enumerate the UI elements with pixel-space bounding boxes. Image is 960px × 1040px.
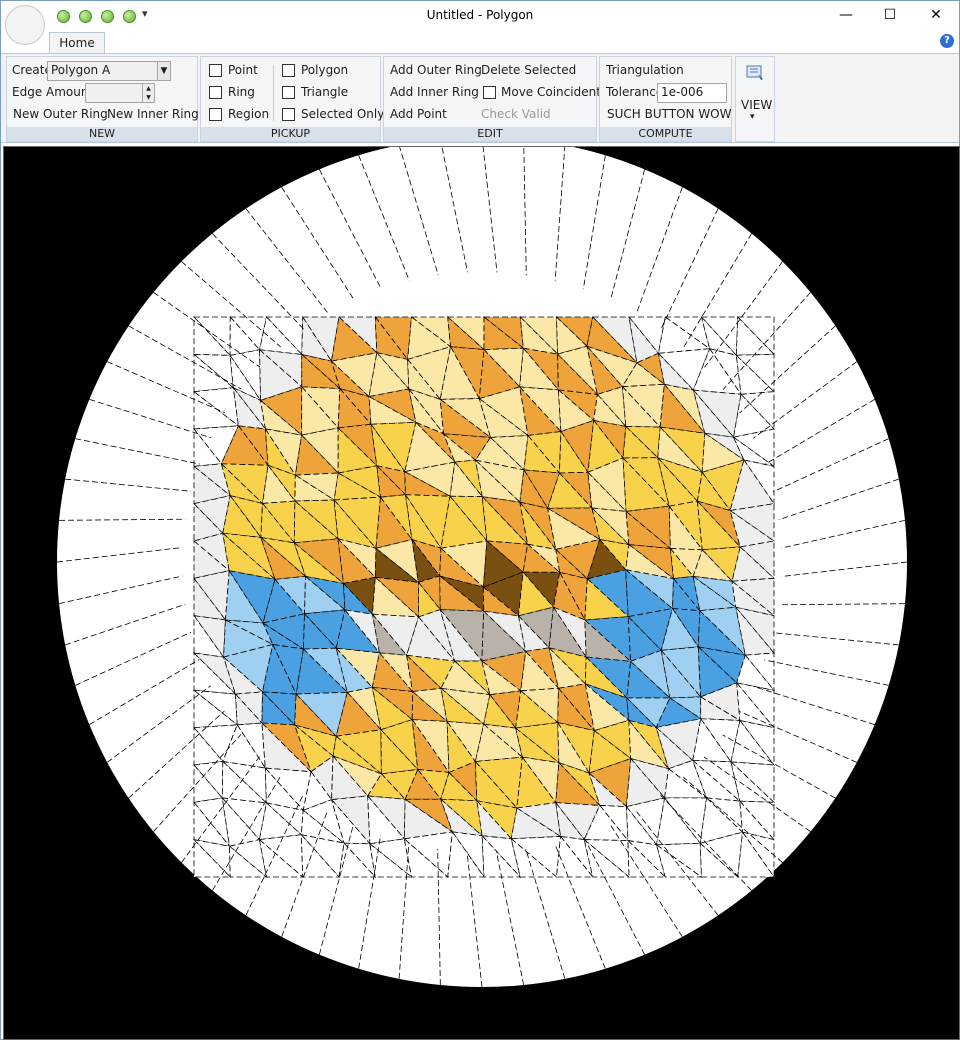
group-pickup-label: PICKUP [201, 127, 380, 141]
group-edit-label: EDIT [384, 127, 596, 141]
edge-amount-label: Edge Amount [12, 85, 94, 99]
new-inner-ring-button[interactable]: New Inner Ring [107, 107, 199, 121]
selected-only-checkbox-label: Selected Only [301, 107, 385, 121]
view-label: VIEW [741, 98, 773, 112]
group-pickup: Point Ring Region Polygon Triangle Selec… [200, 56, 385, 142]
app-window: ▾ Untitled - Polygon — ☐ ✕ Home ? Create… [0, 0, 960, 1040]
triangle-checkbox[interactable] [282, 86, 295, 99]
view-icon [746, 65, 763, 80]
drawing-canvas[interactable] [3, 146, 960, 1040]
check-valid-button[interactable]: Check Valid [481, 107, 551, 121]
help-icon[interactable]: ? [940, 34, 954, 48]
tolerance-value: 1e-006 [661, 85, 704, 99]
maximize-button[interactable]: ☐ [867, 1, 913, 31]
group-new: Create Polygon A ▼ Edge Amount ▲ ▼ New Ou… [6, 56, 199, 142]
point-checkbox[interactable] [209, 64, 222, 77]
title-bar: ▾ Untitled - Polygon — ☐ ✕ [1, 1, 959, 31]
spinner-arrows-icon[interactable]: ▲ ▼ [142, 84, 154, 102]
window-title: Untitled - Polygon [426, 8, 534, 22]
add-outer-ring-button[interactable]: Add Outer Ring [390, 63, 482, 77]
triangle-checkbox-label: Triangle [301, 85, 349, 99]
group-compute-label: COMPUTE [600, 127, 731, 141]
new-outer-ring-button[interactable]: New Outer Ring [13, 107, 108, 121]
selected-only-checkbox[interactable] [282, 108, 295, 121]
create-combo[interactable]: Polygon A ▼ [47, 61, 171, 81]
ribbon-tab-row: Home ? [1, 31, 959, 53]
triangulation-button[interactable]: Triangulation [606, 63, 684, 77]
add-point-button[interactable]: Add Point [390, 107, 447, 121]
triangulation-mesh [56, 147, 908, 988]
delete-selected-button[interactable]: Delete Selected [481, 63, 576, 77]
pickup-divider [273, 65, 274, 121]
tab-home[interactable]: Home [49, 32, 105, 53]
ring-checkbox[interactable] [209, 86, 222, 99]
tolerance-input[interactable]: 1e-006 [657, 83, 727, 103]
tolerance-label: Tolerance [606, 85, 664, 99]
ribbon: Create Polygon A ▼ Edge Amount ▲ ▼ New Ou… [1, 53, 959, 143]
edge-amount-spinner[interactable]: ▲ ▼ [85, 83, 155, 103]
move-coincident-label: Move Coincident [501, 85, 601, 99]
region-checkbox-label: Region [228, 107, 270, 121]
create-combo-value: Polygon A [51, 63, 111, 77]
minimize-button[interactable]: — [823, 1, 869, 31]
group-edit: Add Outer Ring Add Inner Ring Add Point … [383, 56, 601, 142]
group-new-label: NEW [7, 127, 197, 141]
such-button-wow[interactable]: SUCH BUTTON WOW [607, 107, 732, 121]
application-menu-button[interactable] [5, 5, 45, 45]
move-coincident-checkbox[interactable] [483, 86, 496, 99]
add-inner-ring-button[interactable]: Add Inner Ring [390, 85, 479, 99]
close-button[interactable]: ✕ [913, 1, 959, 31]
view-dropdown-icon[interactable]: ▾ [750, 112, 755, 122]
view-button[interactable]: VIEW ▾ [735, 56, 775, 142]
point-checkbox-label: Point [228, 63, 258, 77]
ring-checkbox-label: Ring [228, 85, 255, 99]
region-checkbox[interactable] [209, 108, 222, 121]
create-label: Create [12, 63, 52, 77]
group-compute: Triangulation Tolerance 1e-006 SUCH BUTT… [599, 56, 732, 142]
polygon-checkbox-label: Polygon [301, 63, 349, 77]
chevron-down-icon[interactable]: ▼ [157, 62, 170, 80]
polygon-checkbox[interactable] [282, 64, 295, 77]
